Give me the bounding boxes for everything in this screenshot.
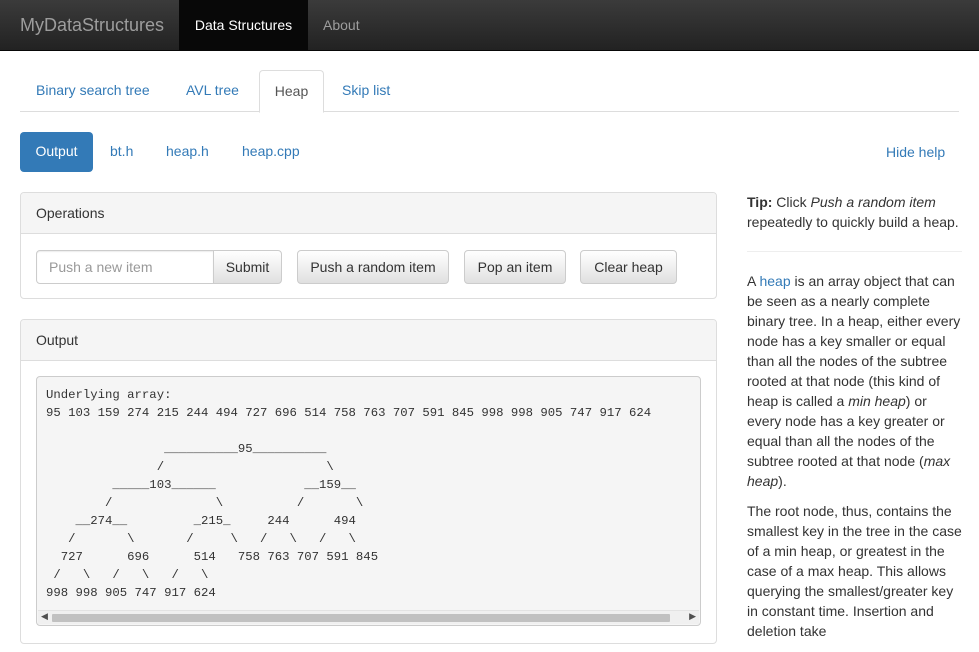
help-text: ). (778, 473, 787, 489)
help-tip: Tip: Click Push a random item repeatedly… (747, 192, 962, 232)
tip-text-end: repeatedly to quickly build a heap. (747, 214, 959, 230)
pill-bt-h[interactable]: bt.h (110, 132, 133, 172)
heap-link[interactable]: heap (759, 273, 790, 289)
brand-link[interactable]: MyDataStructures (20, 15, 164, 36)
output-heading: Output (21, 320, 716, 361)
scrollbar-thumb[interactable] (52, 614, 670, 622)
operations-panel: Operations Submit Push a random item Pop… (20, 192, 717, 299)
new-item-input[interactable] (36, 250, 214, 284)
help-em-min-heap: min heap (848, 393, 906, 409)
output-pre: Underlying array: 95 103 159 274 215 244… (36, 376, 701, 626)
help-divider (747, 251, 962, 252)
help-paragraph-1: A heap is an array object that can be se… (747, 271, 962, 491)
horizontal-scrollbar[interactable]: ◀ ▶ (38, 610, 699, 624)
help-text: is an array object that can be seen as a… (747, 273, 961, 409)
help-paragraph-2: The root node, thus, contains the smalle… (747, 503, 962, 639)
nav-about[interactable]: About (323, 17, 360, 33)
tab-heap[interactable]: Heap (259, 70, 324, 113)
operations-body: Submit Push a random item Pop an item Cl… (21, 234, 716, 298)
tip-emphasis: Push a random item (810, 194, 936, 210)
output-panel: Output Underlying array: 95 103 159 274 … (20, 319, 717, 644)
tab-binary-search-tree[interactable]: Binary search tree (36, 70, 150, 112)
push-random-button[interactable]: Push a random item (297, 250, 449, 284)
tip-label: Tip: (747, 194, 773, 210)
output-text: Underlying array: 95 103 159 274 215 244… (46, 388, 652, 600)
pill-output[interactable]: Output (20, 132, 93, 172)
scroll-right-icon[interactable]: ▶ (689, 612, 696, 622)
pill-heap-h[interactable]: heap.h (166, 132, 209, 172)
navbar: MyDataStructures Data Structures About (0, 0, 979, 51)
pill-heap-cpp[interactable]: heap.cpp (242, 132, 300, 172)
nav-data-structures[interactable]: Data Structures (179, 0, 308, 50)
help-text: A (747, 273, 760, 289)
tab-skip-list[interactable]: Skip list (342, 70, 390, 112)
operations-heading: Operations (21, 193, 716, 234)
structure-tabs: Binary search tree AVL tree Heap Skip li… (20, 70, 959, 113)
help-sidebar: Tip: Click Push a random item repeatedly… (747, 192, 962, 641)
clear-heap-button[interactable]: Clear heap (580, 250, 677, 284)
tip-text: Click (772, 194, 811, 210)
hide-help-link[interactable]: Hide help (886, 144, 945, 160)
submit-button[interactable]: Submit (213, 250, 282, 284)
scroll-left-icon[interactable]: ◀ (41, 612, 48, 622)
pop-item-button[interactable]: Pop an item (464, 250, 566, 284)
tab-avl-tree[interactable]: AVL tree (186, 70, 239, 112)
